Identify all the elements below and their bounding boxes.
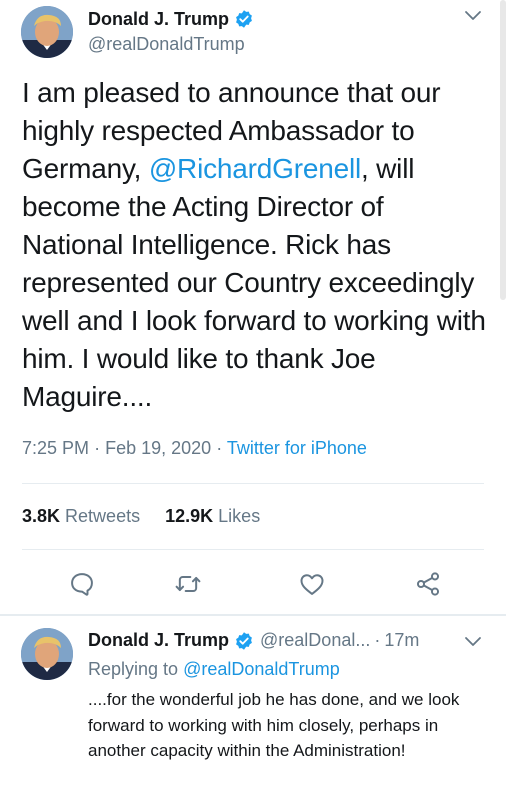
author-handle[interactable]: @realDonaldTrump — [88, 34, 245, 55]
likes-label: Likes — [218, 506, 261, 526]
likes-count: 12.9K — [165, 506, 214, 526]
reply-icon[interactable] — [68, 570, 96, 598]
meta-separator: · — [216, 438, 223, 458]
divider — [22, 549, 484, 550]
mention-link[interactable]: @RichardGrenell — [149, 153, 361, 184]
reply-author-name: Donald J. Trump — [88, 630, 230, 650]
avatar-image — [21, 628, 73, 680]
likes-stat[interactable]: 12.9K Likes — [165, 506, 260, 526]
tweet-text: I am pleased to announce that our highly… — [22, 74, 492, 416]
divider — [22, 483, 484, 484]
scrollbar[interactable] — [500, 0, 506, 300]
chevron-down-icon[interactable] — [464, 636, 482, 648]
reply-avatar[interactable] — [21, 628, 73, 680]
verified-badge-icon — [236, 631, 252, 650]
replying-to-handle[interactable]: @realDonaldTrump — [183, 659, 340, 679]
retweets-stat[interactable]: 3.8K Retweets — [22, 506, 140, 526]
retweet-icon[interactable] — [174, 570, 202, 598]
tweet-text-end: , will become the Acting Director of Nat… — [22, 153, 486, 412]
tweet-date: Feb 19, 2020 — [105, 438, 212, 458]
replying-to-label: Replying to — [88, 659, 179, 679]
verified-badge-icon — [236, 10, 252, 28]
tweet-stats: 3.8K Retweets 12.9K Likes — [22, 506, 260, 527]
meta-separator: · — [94, 438, 101, 458]
avatar-image — [21, 6, 73, 58]
tweet-time: 7:25 PM — [22, 438, 90, 458]
share-icon[interactable] — [414, 570, 442, 598]
retweets-label: Retweets — [65, 506, 141, 526]
author-name: Donald J. Trump — [88, 8, 230, 29]
author-name-row[interactable]: Donald J. Trump — [88, 6, 254, 32]
reply-separator: · — [374, 630, 381, 650]
heart-icon[interactable] — [298, 570, 326, 598]
reply-time: 17m — [384, 630, 420, 650]
reply-header[interactable]: Donald J. Trump @realDonal... · 17m — [88, 630, 419, 651]
tweet-metadata: 7:25 PM · Feb 19, 2020 · Twitter for iPh… — [22, 438, 367, 459]
thread-separator — [0, 614, 506, 616]
avatar[interactable] — [21, 6, 73, 58]
main-tweet: Donald J. Trump @realDonaldTrump I am pl… — [0, 0, 506, 614]
retweets-count: 3.8K — [22, 506, 61, 526]
reply-author-handle: @realDonal... — [260, 630, 371, 650]
tweet-source-link[interactable]: Twitter for iPhone — [227, 438, 367, 458]
action-bar — [0, 560, 506, 608]
chevron-down-icon[interactable] — [464, 10, 482, 22]
replying-to: Replying to @realDonaldTrump — [88, 659, 340, 680]
reply-text: ....for the wonderful job he has done, a… — [88, 690, 460, 760]
